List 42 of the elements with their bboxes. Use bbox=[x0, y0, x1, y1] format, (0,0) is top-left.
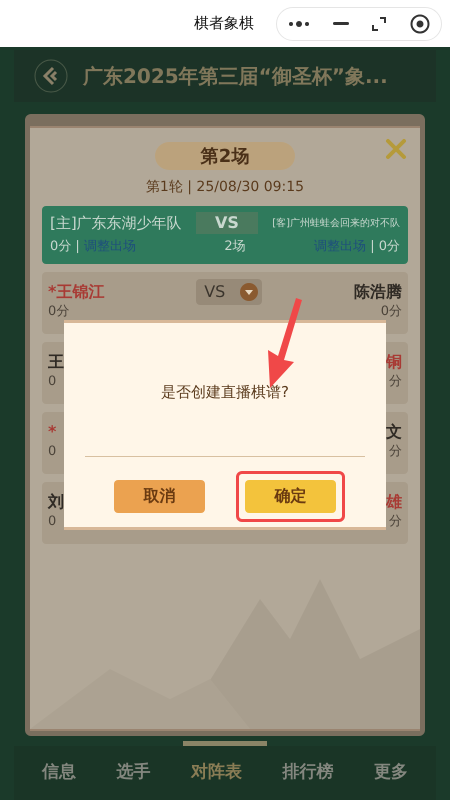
expand-icon[interactable] bbox=[371, 16, 388, 32]
round-info: 第1轮 | 25/08/30 09:15 bbox=[146, 178, 304, 197]
tab[interactable]: 选手 bbox=[116, 760, 151, 786]
minimize-icon[interactable] bbox=[332, 22, 349, 26]
player-score: 0 bbox=[48, 443, 56, 461]
player-score: 0 bbox=[48, 513, 58, 531]
player-name: 刘 bbox=[48, 492, 64, 512]
player-name: * bbox=[48, 422, 56, 442]
player-name: 雄 bbox=[386, 492, 402, 512]
player-score: 分 bbox=[389, 513, 402, 531]
tab[interactable]: 对阵表 bbox=[190, 760, 242, 786]
vs-dropdown[interactable]: VS bbox=[196, 279, 262, 305]
player-score: 0分 bbox=[380, 303, 402, 321]
confirm-button[interactable]: 确定 bbox=[245, 480, 336, 512]
cancel-button[interactable]: 取消 bbox=[114, 480, 205, 512]
player-score: 分 bbox=[389, 373, 402, 391]
player-name: 陈浩腾 bbox=[354, 282, 402, 302]
match-title-ribbon: 第2场 bbox=[155, 142, 295, 170]
tab[interactable]: 排行榜 bbox=[282, 760, 334, 786]
dialog-message: 是否创建直播棋谱? bbox=[161, 382, 289, 403]
caret-icon bbox=[240, 283, 258, 301]
player-name: 铜 bbox=[386, 352, 402, 372]
away-team-name: [客]广州蛙蛙会回来的对不队 bbox=[272, 216, 400, 231]
page-title: 广东2025年第三届“御圣杯”象... bbox=[83, 63, 388, 90]
close-icon[interactable] bbox=[410, 14, 430, 34]
home-score: 0分 | bbox=[50, 238, 80, 256]
app-title: 棋者象棋 bbox=[194, 13, 254, 34]
player-score: 0分 bbox=[48, 303, 70, 321]
player-name: 文 bbox=[386, 422, 402, 442]
tab[interactable]: 更多 bbox=[374, 760, 408, 786]
tab[interactable]: 信息 bbox=[42, 760, 76, 786]
vs-label: VS bbox=[196, 212, 258, 234]
player-score: 分 bbox=[389, 443, 402, 461]
games-count: 2场 bbox=[223, 238, 246, 256]
drag-handle[interactable] bbox=[183, 741, 267, 746]
away-score: | 0分 bbox=[370, 238, 400, 256]
more-icon[interactable] bbox=[288, 20, 310, 28]
home-team-name: [主]广东东湖少年队 bbox=[50, 213, 182, 234]
back-icon[interactable] bbox=[34, 59, 68, 93]
player-name: 王 bbox=[48, 352, 64, 372]
player-score: 0 bbox=[48, 373, 58, 391]
player-name: *王锦江 bbox=[48, 282, 104, 302]
